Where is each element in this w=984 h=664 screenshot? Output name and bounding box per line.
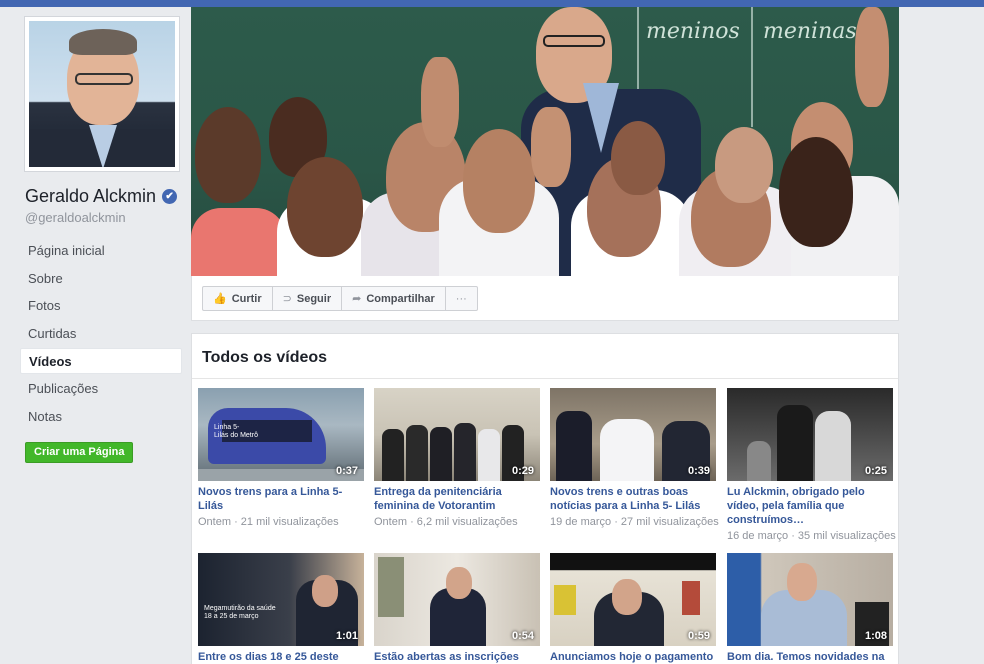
- page-actions-panel: 👍 Curtir ⊃ Seguir ➦ Compartilhar ···: [191, 276, 899, 321]
- chalkboard-text-left: meninos: [646, 19, 740, 44]
- like-label: Curtir: [231, 292, 262, 305]
- video-card[interactable]: 0:29 Entrega da penitenciária feminina d…: [374, 388, 540, 529]
- video-meta: Ontem · 6,2 mil visualizações: [374, 516, 518, 528]
- page-name[interactable]: Geraldo Alckmin ✔: [25, 186, 178, 207]
- sidebar-item-posts[interactable]: Publicações: [20, 376, 182, 402]
- share-label: Compartilhar: [366, 292, 435, 305]
- video-title-link[interactable]: Anunciamos hoje o pagamento de: [550, 650, 716, 664]
- sidebar-item-likes[interactable]: Curtidas: [20, 321, 182, 347]
- video-title-link[interactable]: Entrega da penitenciária feminina de Vot…: [374, 485, 540, 513]
- section-divider: [192, 378, 898, 379]
- rss-icon: ⊃: [282, 293, 292, 305]
- video-thumbnail[interactable]: 0:54: [374, 553, 540, 646]
- create-page-button[interactable]: Criar uma Página: [25, 442, 134, 463]
- page-actions: 👍 Curtir ⊃ Seguir ➦ Compartilhar ···: [202, 286, 478, 311]
- video-thumbnail[interactable]: 0:39: [550, 388, 716, 481]
- video-card[interactable]: 1:08 Bom dia. Temos novidades na: [727, 553, 893, 664]
- video-title-link[interactable]: Lu Alckmin, obrigado pelo vídeo, pela fa…: [727, 485, 893, 527]
- videos-section-title: Todos os vídeos: [202, 349, 328, 366]
- top-navigation-bar: [0, 0, 984, 7]
- video-title-link[interactable]: Novos trens e outras boas notícias para …: [550, 485, 716, 513]
- more-button[interactable]: ···: [446, 287, 477, 310]
- thumbs-up-icon: 👍: [213, 293, 227, 305]
- page-name-text[interactable]: Geraldo Alckmin: [25, 186, 156, 207]
- cover-photo[interactable]: meninos meninas: [191, 7, 899, 276]
- verified-badge-icon: ✔: [162, 189, 178, 204]
- video-card[interactable]: Linha 5- Lilás do Metrô 0:37 Novos trens…: [198, 388, 364, 529]
- video-meta: 16 de março · 35 mil visualizações: [727, 530, 896, 542]
- video-thumbnail[interactable]: 0:29: [374, 388, 540, 481]
- video-thumbnail[interactable]: 0:59: [550, 553, 716, 646]
- video-thumbnail[interactable]: 1:08: [727, 553, 893, 646]
- chalkboard-text-right: meninas: [763, 19, 857, 44]
- video-title-link[interactable]: Bom dia. Temos novidades na: [727, 650, 893, 664]
- video-duration: 0:37: [335, 465, 358, 477]
- sidebar-nav: Página inicial Sobre Fotos Curtidas Víde…: [20, 238, 182, 431]
- video-thumbnail[interactable]: Megamutirão da saúde 18 a 25 de março 1:…: [198, 553, 364, 646]
- more-icon: ···: [455, 292, 467, 305]
- video-card[interactable]: 0:39 Novos trens e outras boas notícias …: [550, 388, 719, 529]
- video-card[interactable]: 0:54 Estão abertas as inscrições para: [374, 553, 540, 664]
- video-duration: 0:59: [687, 630, 710, 642]
- share-button[interactable]: ➦ Compartilhar: [342, 287, 446, 310]
- video-duration: 0:29: [511, 465, 534, 477]
- video-title-link[interactable]: Estão abertas as inscrições para: [374, 650, 540, 664]
- page-handle[interactable]: @geraldoalckmin: [25, 210, 126, 225]
- profile-picture[interactable]: [24, 16, 180, 172]
- videos-panel: Todos os vídeos Linha 5- Lilás do Metrô …: [191, 333, 899, 664]
- video-card[interactable]: 0:59 Anunciamos hoje o pagamento de: [550, 553, 716, 664]
- video-duration: 0:39: [687, 465, 710, 477]
- sidebar-item-videos[interactable]: Vídeos: [20, 348, 182, 375]
- video-thumbnail[interactable]: 0:25: [727, 388, 893, 481]
- sidebar-item-photos[interactable]: Fotos: [20, 293, 182, 319]
- like-button[interactable]: 👍 Curtir: [203, 287, 273, 310]
- sidebar-item-notes[interactable]: Notas: [20, 404, 182, 430]
- thumbnail-overlay-text: Megamutirão da saúde 18 a 25 de março: [204, 605, 276, 620]
- video-title-link[interactable]: Entre os dias 18 e 25 deste mês,: [198, 650, 364, 664]
- sidebar-item-home[interactable]: Página inicial: [20, 238, 182, 264]
- video-meta: Ontem · 21 mil visualizações: [198, 516, 339, 528]
- video-duration: 1:08: [864, 630, 887, 642]
- video-duration: 0:25: [864, 465, 887, 477]
- follow-button[interactable]: ⊃ Seguir: [273, 287, 343, 310]
- video-duration: 1:01: [335, 630, 358, 642]
- video-meta: 19 de março · 27 mil visualizações: [550, 516, 719, 528]
- video-thumbnail[interactable]: Linha 5- Lilás do Metrô 0:37: [198, 388, 364, 481]
- video-duration: 0:54: [511, 630, 534, 642]
- follow-label: Seguir: [296, 292, 332, 305]
- thumbnail-overlay-text: Linha 5- Lilás do Metrô: [214, 424, 258, 439]
- video-title-link[interactable]: Novos trens para a Linha 5-Lilás: [198, 485, 364, 513]
- video-card[interactable]: 0:25 Lu Alckmin, obrigado pelo vídeo, pe…: [727, 388, 896, 543]
- sidebar-item-about[interactable]: Sobre: [20, 266, 182, 292]
- video-card[interactable]: Megamutirão da saúde 18 a 25 de março 1:…: [198, 553, 364, 664]
- share-arrow-icon: ➦: [352, 293, 362, 305]
